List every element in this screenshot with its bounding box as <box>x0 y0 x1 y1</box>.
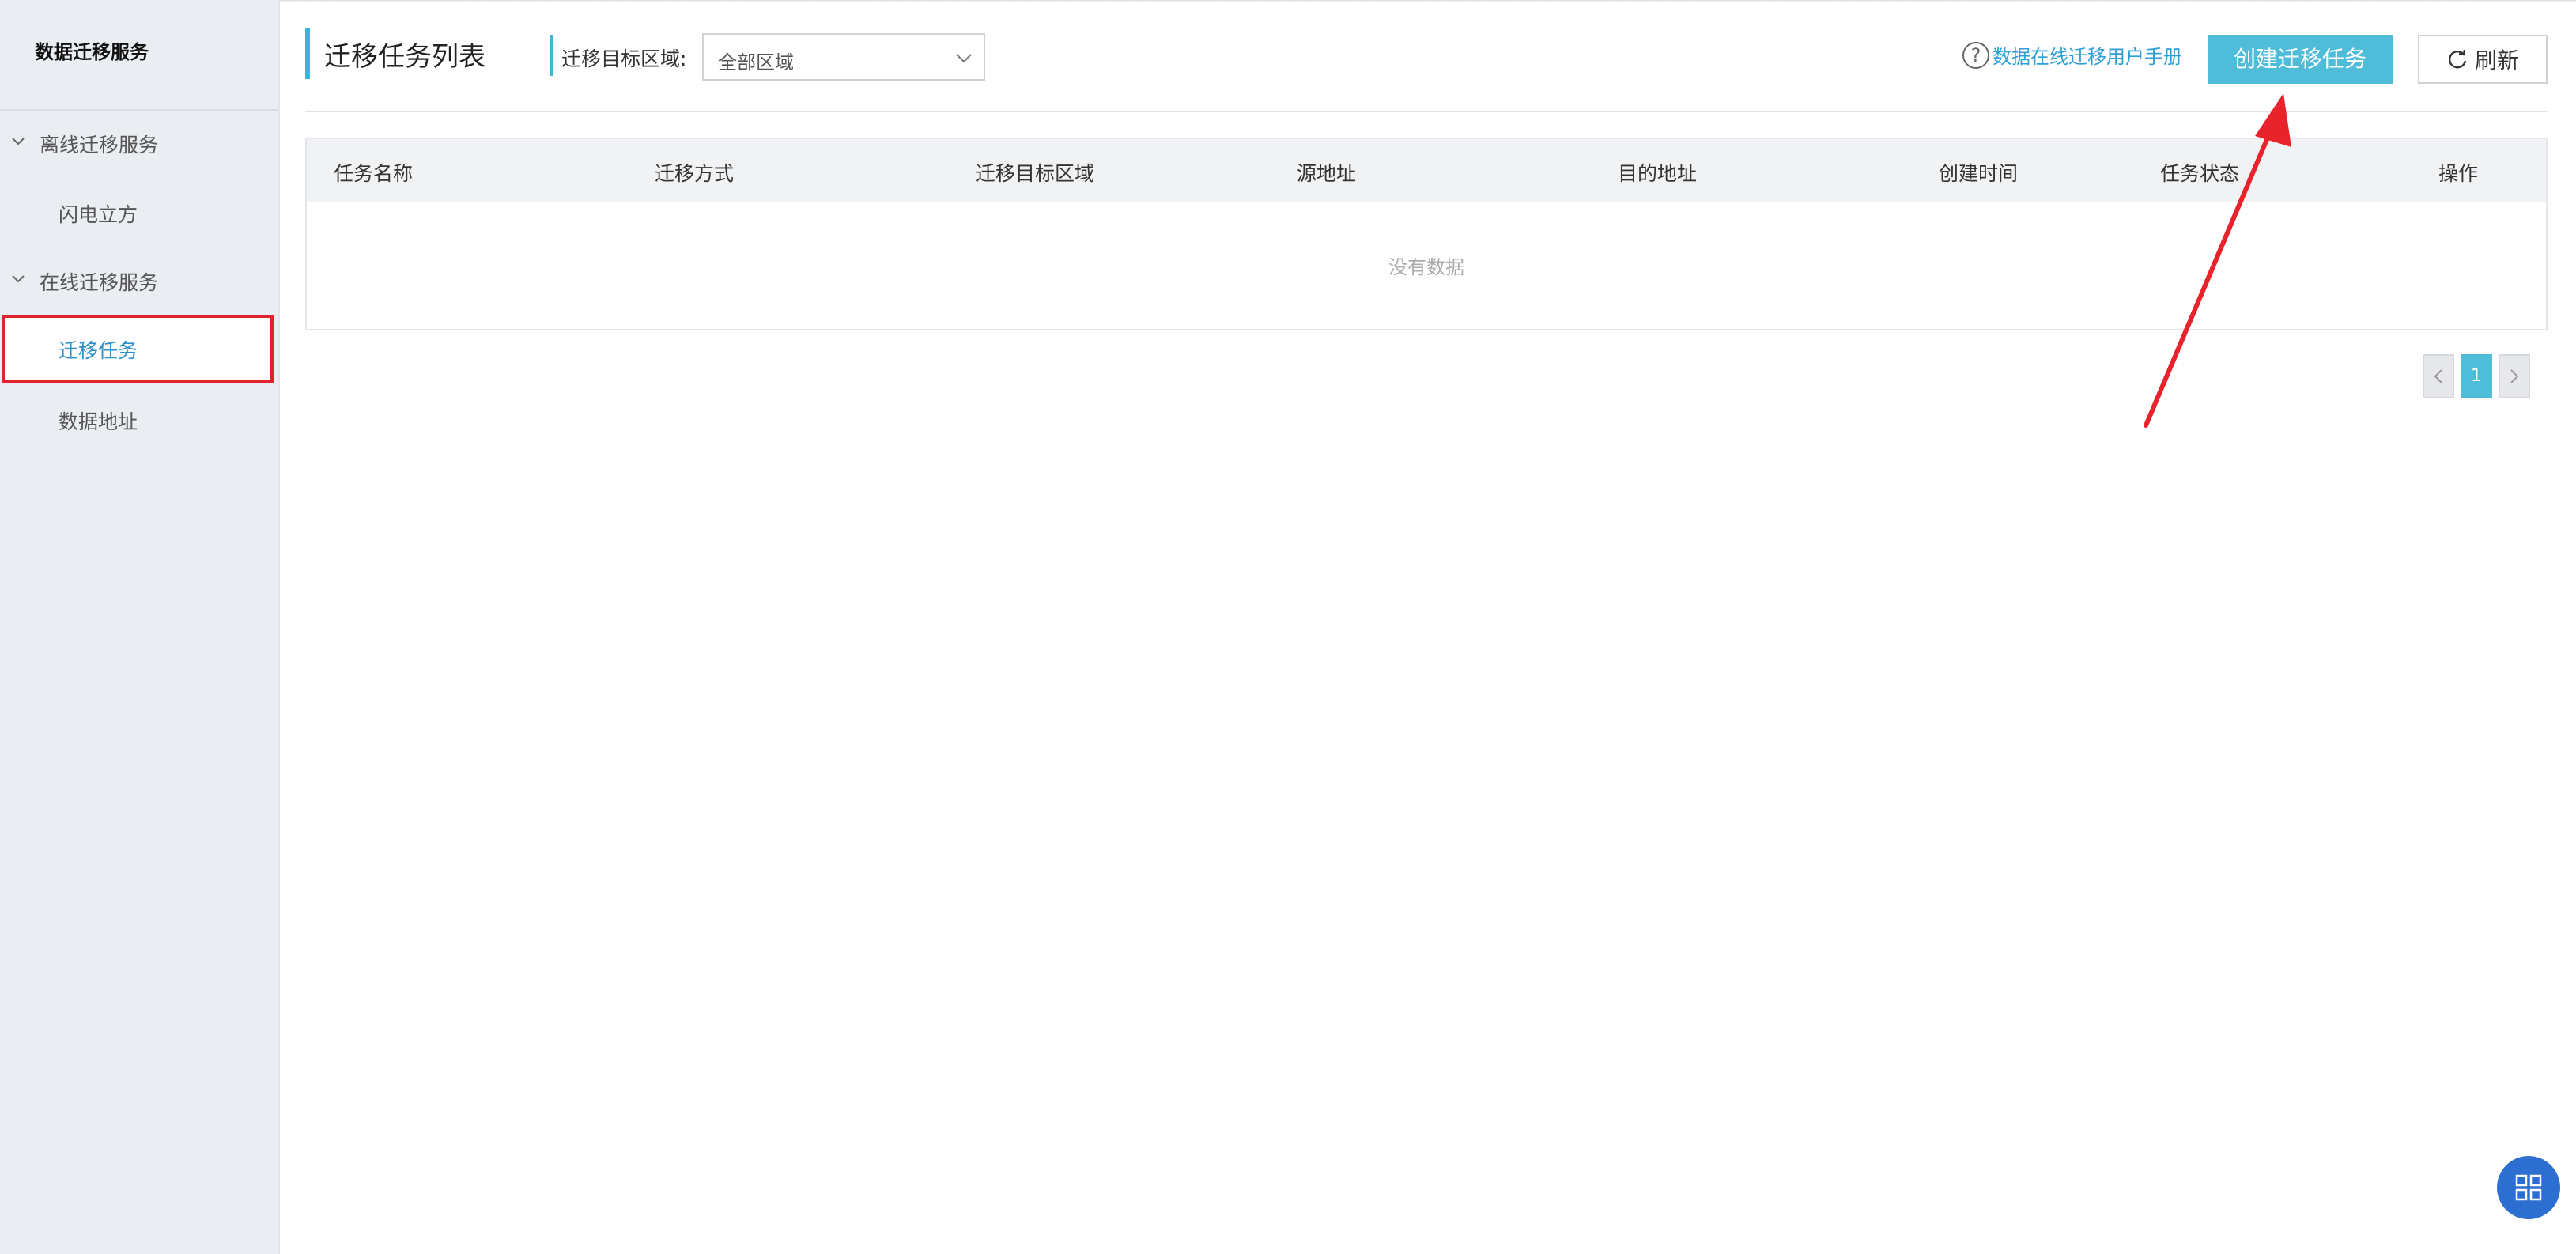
refresh-icon <box>2449 49 2467 69</box>
chevron-down-icon <box>12 275 25 283</box>
table-header: 任务名称 迁移方式 迁移目标区域 源地址 目的地址 创建时间 任务状态 操作 <box>307 139 2546 202</box>
column-actions: 操作 <box>2438 162 2479 185</box>
user-manual-link-text: 数据在线迁移用户手册 <box>1992 46 2182 68</box>
refresh-button-label: 刷新 <box>2474 47 2519 74</box>
column-task-status: 任务状态 <box>2160 162 2240 185</box>
sidebar-group-offline[interactable]: 离线迁移服务 <box>11 130 158 158</box>
column-created-time: 创建时间 <box>1939 162 2019 185</box>
column-target-region: 迁移目标区域 <box>976 162 1095 185</box>
floating-menu-button[interactable] <box>2497 1156 2560 1219</box>
sidebar-group-label: 在线迁移服务 <box>40 271 159 294</box>
region-select[interactable]: 全部区域 <box>702 33 985 81</box>
chevron-down-icon <box>956 54 972 63</box>
help-icon: ? <box>1962 41 1989 69</box>
pagination-next-button[interactable] <box>2499 354 2530 398</box>
header-divider <box>305 111 2548 112</box>
page-title: 迁移任务列表 <box>324 41 485 73</box>
title-accent-bar <box>305 28 310 79</box>
sidebar-group-online[interactable]: 在线迁移服务 <box>11 267 158 296</box>
sidebar-item-data-address[interactable]: 数据地址 <box>59 406 138 435</box>
chevron-down-icon <box>12 138 25 145</box>
pagination-prev-button[interactable] <box>2423 354 2454 398</box>
chevron-left-icon <box>2434 369 2442 383</box>
refresh-button[interactable]: 刷新 <box>2418 35 2548 84</box>
pagination-page-current[interactable]: 1 <box>2461 354 2492 398</box>
user-manual-link[interactable]: ? 数据在线迁移用户手册 <box>1962 41 2182 69</box>
sidebar-group-label: 离线迁移服务 <box>40 134 159 157</box>
sidebar-item-migration-tasks[interactable]: 迁移任务 <box>59 335 138 364</box>
sidebar-title: 数据迁移服务 <box>35 41 149 63</box>
sidebar-divider <box>0 109 278 111</box>
column-task-name: 任务名称 <box>334 162 414 185</box>
column-migration-method: 迁移方式 <box>655 162 735 185</box>
column-destination-address: 目的地址 <box>1618 162 1698 185</box>
region-select-value: 全部区域 <box>718 51 794 74</box>
chevron-right-icon <box>2510 369 2519 383</box>
column-source-address: 源地址 <box>1297 162 1357 185</box>
create-task-button[interactable]: 创建迁移任务 <box>2208 35 2393 84</box>
task-table: 任务名称 迁移方式 迁移目标区域 源地址 目的地址 创建时间 任务状态 操作 没… <box>305 138 2548 330</box>
sidebar-item-lightning-cube[interactable]: 闪电立方 <box>59 199 138 228</box>
filter-accent-bar <box>550 35 553 76</box>
grid-icon <box>2515 1174 2542 1201</box>
top-shadow <box>0 0 2576 2</box>
filter-label: 迁移目标区域: <box>561 47 687 70</box>
sidebar: 数据迁移服务 离线迁移服务 闪电立方 在线迁移服务 迁移任务 数据地址 <box>0 0 280 1254</box>
table-empty-text: 没有数据 <box>1388 256 1464 278</box>
